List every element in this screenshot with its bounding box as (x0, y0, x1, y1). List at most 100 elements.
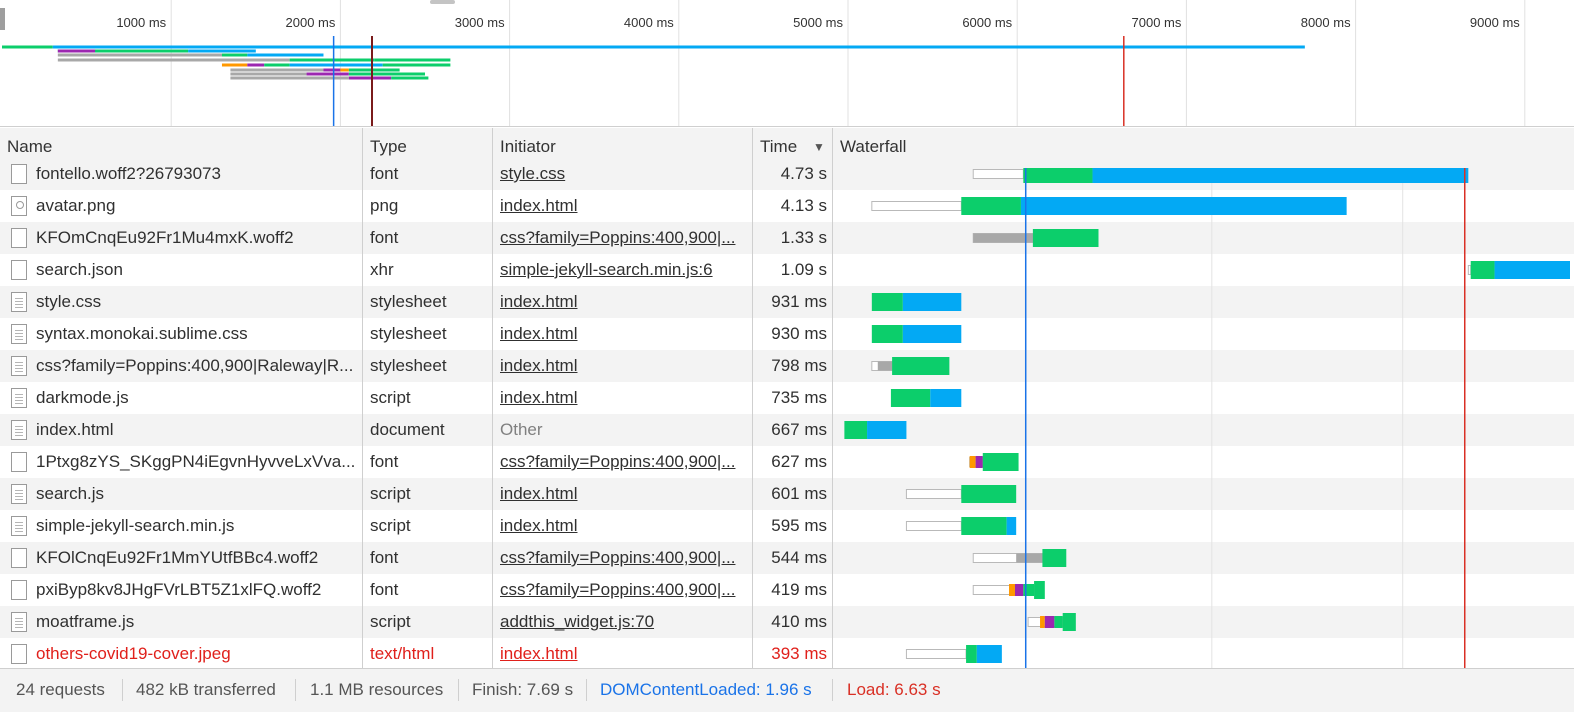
overview-request-bar (374, 58, 451, 62)
overview-request-bar (289, 58, 375, 62)
waterfall-waiting-segment (871, 325, 903, 343)
overview-request-bar (230, 72, 307, 76)
column-divider[interactable] (492, 128, 493, 668)
waterfall-waiting-segment (890, 389, 931, 407)
request-type: font (370, 164, 399, 183)
request-type: text/html (370, 644, 435, 663)
document-file-icon (11, 388, 27, 408)
overview-request-bar (306, 72, 349, 76)
overview-tick-label: 7000 ms (1132, 15, 1182, 30)
file-icon (11, 580, 27, 600)
waterfall-stalled-segment (877, 361, 893, 371)
request-count: 24 requests (16, 680, 105, 699)
overview-request-bar (230, 76, 349, 80)
request-initiator[interactable]: index.html (500, 478, 745, 510)
overview-tick-label: 3000 ms (455, 15, 505, 30)
request-name: others-covid19-cover.jpeg (36, 644, 231, 663)
request-name: index.html (36, 420, 114, 439)
request-name: moatframe.js (36, 612, 135, 631)
request-initiator[interactable]: css?family=Poppins:400,900|... (500, 446, 745, 478)
request-time: 627 ms (771, 452, 827, 471)
document-file-icon (11, 516, 27, 536)
overview-scroll-handle (430, 0, 455, 4)
waterfall-download-segment (976, 645, 1002, 663)
waterfall-download-segment (1042, 549, 1067, 567)
column-divider[interactable] (832, 128, 833, 668)
request-initiator[interactable]: css?family=Poppins:400,900|... (500, 574, 745, 606)
request-type: font (370, 548, 399, 567)
waterfall-waiting-segment (961, 197, 1021, 215)
waterfall-chart (844, 168, 1570, 668)
request-type: script (370, 484, 411, 503)
waterfall-download-segment (961, 485, 1017, 503)
document-file-icon (11, 612, 27, 632)
waterfall-waiting-segment (966, 645, 977, 663)
waterfall-queue-segment (1467, 265, 1472, 275)
overview-request-bar (264, 63, 290, 67)
file-icon (11, 228, 27, 248)
request-name: 1Ptxg8zYS_SKggPN4iEgvnHyvveLxVva... (36, 452, 356, 471)
request-type: script (370, 516, 411, 535)
waterfall-download-segment (1062, 613, 1076, 631)
waterfall-connection-segment (1023, 584, 1035, 596)
request-initiator[interactable]: index.html (500, 638, 745, 668)
overview-request-bar (188, 49, 256, 53)
request-initiator[interactable]: index.html (500, 510, 745, 542)
document-file-icon (11, 356, 27, 376)
request-time: 595 ms (771, 516, 827, 535)
waterfall-download-segment (867, 421, 907, 439)
overview-request-bar (340, 68, 349, 72)
waterfall-waiting-segment (1470, 261, 1495, 279)
waterfall-connection-segment (969, 456, 976, 468)
network-overview[interactable]: 1000 ms 2000 ms 3000 ms 4000 ms 5000 ms 6000 … (0, 0, 1574, 127)
overview-tick-label: 9000 ms (1470, 15, 1520, 30)
request-time: 601 ms (771, 484, 827, 503)
request-initiator[interactable]: index.html (500, 190, 745, 222)
transferred-size: 482 kB transferred (136, 680, 276, 699)
request-initiator[interactable]: index.html (500, 382, 745, 414)
overview-tick-label: 1000 ms (116, 15, 166, 30)
request-time: 1.09 s (780, 260, 827, 279)
overview-request-bar (230, 68, 324, 72)
waterfall-connection-segment (1040, 616, 1045, 628)
waterfall-download-segment (1032, 229, 1099, 247)
request-name: search.js (36, 484, 105, 503)
request-type: font (370, 580, 399, 599)
request-initiator[interactable]: css?family=Poppins:400,900|... (500, 222, 745, 254)
overview-request-bar (133, 53, 222, 57)
waterfall-queue-segment (972, 169, 1024, 179)
request-time: 393 ms (771, 644, 827, 663)
waterfall-waiting-segment (961, 517, 1007, 535)
waterfall-connection-segment (1044, 616, 1055, 628)
request-name: syntax.monokai.sublime.css (36, 324, 248, 343)
load-time: Load: 6.63 s (847, 680, 941, 699)
request-initiator[interactable]: addthis_widget.js:70 (500, 606, 745, 638)
waterfall-waiting-segment (1023, 168, 1093, 183)
document-file-icon (11, 324, 27, 344)
request-type: script (370, 388, 411, 407)
request-initiator[interactable]: index.html (500, 286, 745, 318)
waterfall-download-segment (892, 357, 950, 375)
request-type: stylesheet (370, 356, 447, 375)
request-initiator[interactable]: index.html (500, 350, 745, 382)
waterfall-queue-segment (905, 649, 967, 659)
request-initiator[interactable]: index.html (500, 318, 745, 350)
waterfall-queue-segment (871, 201, 962, 211)
column-divider[interactable] (362, 128, 363, 668)
column-divider[interactable] (752, 128, 753, 668)
request-time: 931 ms (771, 292, 827, 311)
request-initiator[interactable]: css?family=Poppins:400,900|... (500, 542, 745, 574)
request-initiator[interactable]: style.css (500, 158, 745, 190)
request-name: KFOlCnqEu92Fr1MmYUtfBBc4.woff2 (36, 548, 319, 567)
request-name: darkmode.js (36, 388, 129, 407)
request-name: avatar.png (36, 196, 116, 215)
request-name: simple-jekyll-search.min.js (36, 516, 235, 535)
request-time: 419 ms (771, 580, 827, 599)
request-initiator[interactable]: simple-jekyll-search.min.js:6 (500, 254, 745, 286)
request-time: 735 ms (771, 388, 827, 407)
overview-request-bar (221, 63, 248, 67)
status-divider (122, 679, 123, 701)
waterfall-download-segment (1494, 261, 1570, 279)
image-file-icon (11, 196, 27, 216)
overview-tick-label: 4000 ms (624, 15, 674, 30)
